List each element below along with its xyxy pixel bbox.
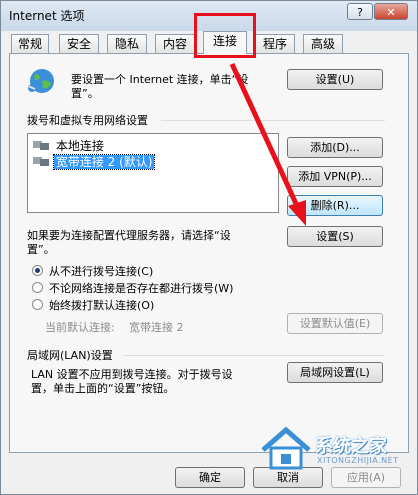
proxy-text: 如果要为连接配置代理服务器，请选择“设 [27, 229, 231, 242]
always-dial-label: 始终拨打默认连接(O) [49, 299, 155, 312]
tab-advanced[interactable]: 高级 [303, 34, 343, 53]
window-title: Internet 选项 [9, 9, 85, 23]
add-button[interactable]: 添加(D)... [287, 137, 383, 158]
divider [161, 120, 385, 121]
highlight-box [194, 13, 256, 58]
list-item-label: 宽带连接 2 (默认) [52, 154, 156, 170]
dial-whenever-radio[interactable] [32, 282, 43, 293]
divider [123, 355, 385, 356]
add-vpn-button[interactable]: 添加 VPN(P)... [287, 166, 383, 187]
tab-general[interactable]: 常规 [11, 34, 49, 53]
watermark-subtitle: XITONGZHIJIA.NET [317, 456, 399, 465]
setup-button[interactable]: 设置(U) [287, 69, 383, 90]
set-default-button[interactable]: 设置默认值(E) [287, 313, 383, 334]
close-button[interactable]: ✕ [374, 3, 408, 20]
ok-button[interactable]: 确定 [175, 467, 245, 488]
tab-security[interactable]: 安全 [59, 34, 99, 53]
network-connection-icon [32, 139, 50, 155]
never-dial-radio[interactable] [32, 265, 43, 276]
dialup-heading: 拨号和虚拟专用网络设置 [27, 114, 148, 127]
site-watermark: 系统之家 XITONGZHIJIA.NET [255, 420, 415, 480]
setup-text-cont: 置”。 [71, 87, 99, 100]
tab-programs[interactable]: 程序 [255, 34, 295, 53]
list-item-label: 本地连接 [55, 139, 104, 153]
current-default-label: 当前默认连接: [45, 321, 115, 334]
network-connection-icon [32, 155, 50, 171]
proxy-settings-button[interactable]: 设置(S) [287, 226, 383, 247]
never-dial-label: 从不进行拨号连接(C) [49, 265, 154, 278]
tab-privacy[interactable]: 隐私 [107, 34, 147, 53]
house-logo-icon [259, 424, 313, 475]
lan-heading: 局域网(LAN)设置 [27, 349, 113, 362]
tab-content[interactable]: 内容 [155, 34, 195, 53]
current-default-value: 宽带连接 2 [129, 321, 184, 334]
dial-whenever-label: 不论网络连接是否存在都进行拨号(W) [49, 282, 234, 295]
watermark-title: 系统之家 [315, 436, 387, 457]
always-dial-radio[interactable] [32, 299, 43, 310]
lan-settings-button[interactable]: 局域网设置(L) [287, 362, 383, 383]
list-item[interactable]: 本地连接 [32, 138, 106, 154]
help-button[interactable]: ? [347, 3, 373, 20]
connections-list[interactable]: 本地连接 宽带连接 2 (默认) [27, 133, 279, 213]
lan-text-cont: 置，单击上面的“设置”按钮。 [31, 382, 175, 395]
proxy-text-cont: 置”。 [27, 243, 55, 256]
internet-globe-icon [26, 67, 58, 98]
list-item[interactable]: 宽带连接 2 (默认) [32, 154, 156, 171]
delete-button[interactable]: 删除(R)... [287, 195, 383, 216]
